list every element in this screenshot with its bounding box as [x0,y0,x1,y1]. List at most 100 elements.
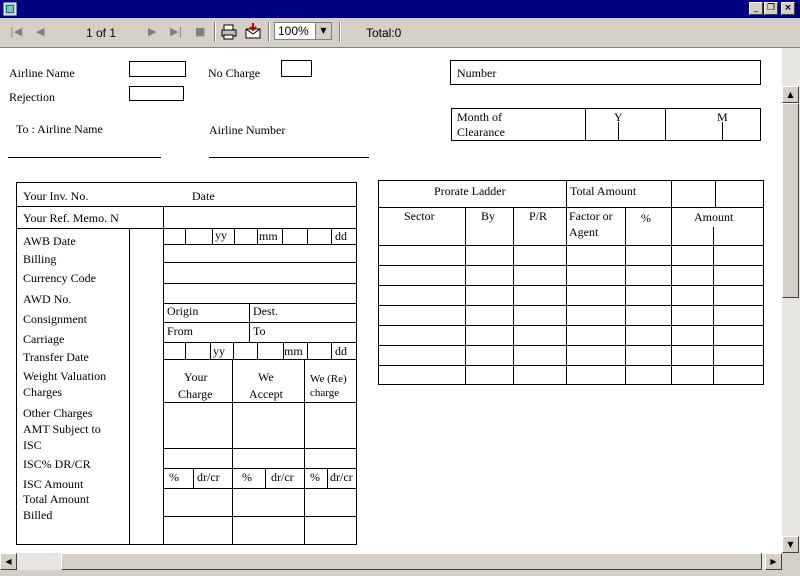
zoom-value: 100% [278,24,309,38]
your-inv-no-label: Your Inv. No. [23,189,89,203]
title-bar: _ ❐ × [0,0,800,18]
row-line [163,488,356,489]
transfer-yy-label: yy [213,344,225,358]
column-line [625,207,626,384]
your-ref-memo-label: Your Ref. Memo. N [23,211,119,225]
currency-code-label: Currency Code [23,271,96,285]
column-line [129,228,130,544]
row-line [163,244,356,245]
cell-line [307,342,308,359]
vertical-scroll-thumb[interactable] [782,103,799,298]
row-line [163,402,356,403]
vertical-scrollbar[interactable]: ▲ ▼ [782,48,800,553]
app-icon [3,2,17,16]
cell-line [282,228,283,244]
total-label: Total:0 [366,26,402,40]
cell-line [257,342,258,359]
carriage-label: Carriage [23,332,65,346]
charges-label: Charges [23,385,63,399]
cell-line [185,228,186,244]
toolbar-separator [214,22,216,42]
rejection-field [129,86,184,101]
to-label: To [253,324,266,338]
close-button[interactable]: × [781,2,795,15]
by-label: By [481,209,496,223]
billed-label: Billed [23,508,53,522]
drcr-label: dr/cr [330,470,353,484]
airline-number-label: Airline Number [209,123,286,137]
pct-label: % [169,470,179,484]
previous-page-icon[interactable]: ◀ [36,25,44,38]
scroll-left-icon[interactable]: ◀ [0,553,17,570]
cell-line [327,468,328,488]
cell-line [715,181,716,207]
billing-label: Billing [23,252,57,266]
row-line [163,322,356,323]
to-airline-name-label: To : Airline Name [16,122,103,136]
stop-icon[interactable]: ■ [195,25,205,38]
column-line [465,207,466,384]
isc-amount-label: ISC Amount [23,477,84,491]
row-line [17,228,356,229]
we-accept-label-1: We [258,370,274,384]
horizontal-scrollbar[interactable]: ◀ ▶ [0,553,782,570]
agent-label: Agent [569,225,599,239]
print-icon[interactable] [221,24,237,40]
number-label: Number [457,66,497,80]
other-charges-label: Other Charges [23,406,93,420]
pct-label: % [242,470,252,484]
horizontal-scroll-thumb[interactable] [61,553,762,570]
scroll-right-icon[interactable]: ▶ [765,553,782,570]
row-line [17,206,356,207]
export-icon[interactable] [245,23,262,40]
date-label: Date [192,189,215,203]
first-page-icon[interactable]: |◀ [10,25,22,38]
row-line [379,265,763,266]
awd-no-label: AWD No. [23,292,72,306]
month-of-label: Month of [457,110,502,124]
scroll-down-icon[interactable]: ▼ [782,536,799,553]
row-line [163,342,356,343]
factor-or-label: Factor or [569,209,613,223]
column-line [513,207,514,384]
drcr-label: dr/cr [271,470,294,484]
toolbar-separator [339,22,341,42]
report-page: Airline Name No Charge Rejection Number … [0,48,782,553]
sector-label: Sector [404,209,435,223]
amt-subject-to-label: AMT Subject to [23,422,101,436]
cell-line [307,228,308,244]
clearance-label: Clearance [457,125,505,139]
window-bottom-border [0,570,800,576]
zoom-select[interactable]: 100% ▼ [274,22,332,40]
transfer-mm-label: mm [284,344,303,358]
isc-pct-drcr-label: ISC% DR/CR [23,457,91,471]
chevron-down-icon[interactable]: ▼ [315,23,331,39]
rejection-label: Rejection [9,90,55,104]
your-charge-label-1: Your [184,370,208,384]
dest-label: Dest. [253,304,278,318]
last-page-icon[interactable]: ▶| [170,25,182,38]
next-page-icon[interactable]: ▶ [148,25,156,38]
page-indicator: 1 of 1 [86,26,117,40]
row-line [379,305,763,306]
column-line [566,181,567,384]
row-line [379,365,763,366]
consignment-label: Consignment [23,312,88,326]
column-line [671,181,672,384]
row-line [379,207,763,208]
cell-line [331,228,332,244]
restore-button[interactable]: ❐ [764,2,778,15]
divider [585,109,586,140]
minimize-button[interactable]: _ [749,2,763,15]
prorate-ladder-table: Prorate Ladder Total Amount Sector By P/… [378,180,764,385]
we-recharge-label-1: We (Re) [310,373,347,385]
cell-line [265,468,266,488]
cell-line [212,228,213,244]
scroll-up-icon[interactable]: ▲ [782,86,799,103]
pr-label: P/R [529,209,548,223]
cell-line [331,342,332,359]
yy-label: yy [215,228,227,242]
airline-name-field [129,61,186,77]
mm-label: mm [259,229,278,243]
weight-valuation-label: Weight Valuation [23,369,107,383]
